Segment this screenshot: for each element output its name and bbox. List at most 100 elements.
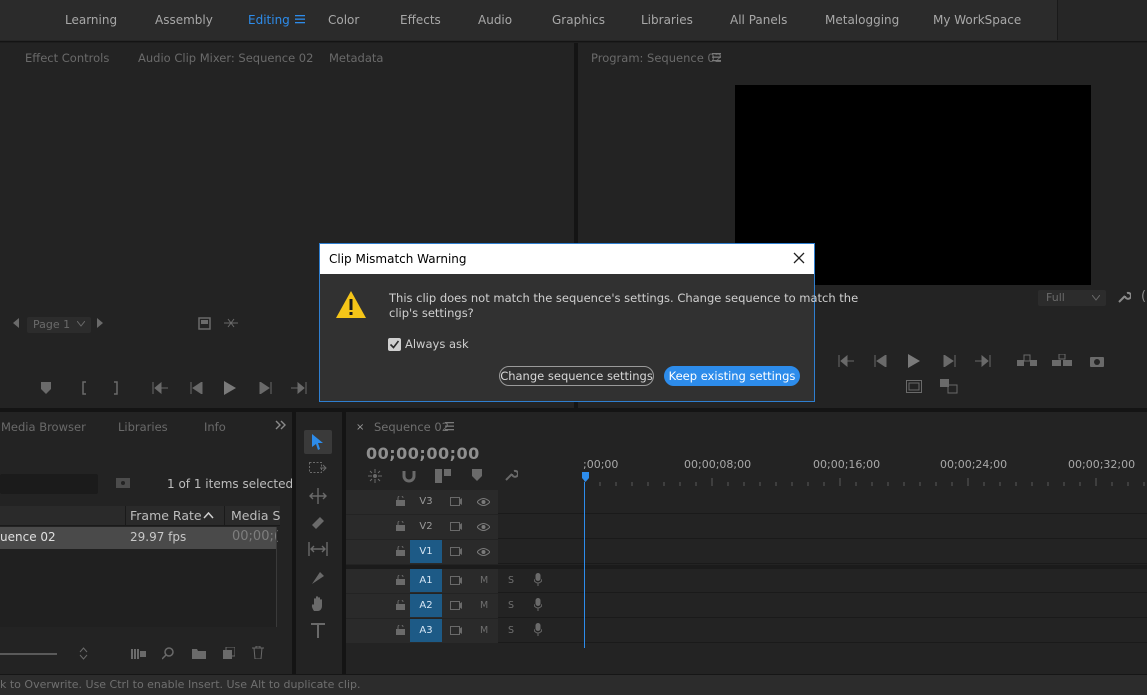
panel-menu-icon[interactable] [712,53,721,62]
sort-ascending-icon[interactable] [203,512,214,519]
step-forward-icon[interactable] [943,355,956,367]
workspace-tab-color[interactable]: Color [328,13,359,27]
workspace-tab-libraries[interactable]: Libraries [641,13,693,27]
lift-icon[interactable] [1017,354,1037,368]
always-ask-checkbox[interactable] [388,338,401,351]
sync-lock-icon[interactable] [450,626,462,635]
play-icon[interactable] [224,381,236,395]
page-prev-icon[interactable] [12,318,20,328]
wrench-icon[interactable] [504,468,518,482]
panel-menu-icon[interactable] [445,422,454,431]
column-divider[interactable] [224,506,225,526]
export-frame-icon[interactable] [198,317,211,330]
workspace-tab-learning[interactable]: Learning [65,13,117,27]
sync-lock-icon[interactable] [450,522,462,531]
lock-icon[interactable] [396,625,405,635]
project-search-input[interactable] [0,474,98,494]
workspace-tab-effects[interactable]: Effects [400,13,441,27]
program-monitor-title[interactable]: Program: Sequence 02 [591,51,722,65]
solo-button-a3[interactable]: S [508,625,514,636]
wrench-icon[interactable] [1117,290,1131,304]
snap-magnet-icon[interactable] [402,469,416,483]
tab-info[interactable]: Info [204,420,226,434]
zoom-select[interactable]: Full [1038,290,1106,306]
timeline-timecode[interactable]: 00;00;00;00 [366,444,480,463]
mute-button-a2[interactable]: M [480,600,488,611]
zoom-slider[interactable] [0,653,57,655]
pen-tool-icon[interactable] [310,570,326,586]
playhead-line[interactable] [584,482,585,648]
go-to-in-icon[interactable] [152,382,168,394]
workspace-tab-metalogging[interactable]: Metalogging [825,13,899,27]
tab-media-browser[interactable]: Media Browser [1,420,86,434]
dialog-title-bar[interactable]: Clip Mismatch Warning [320,244,814,274]
compare-icon[interactable] [940,379,958,394]
track-label-a3[interactable]: A3 [410,619,442,642]
play-icon[interactable] [908,354,920,368]
sync-lock-icon[interactable] [450,497,462,506]
lock-icon[interactable] [396,496,405,506]
column-frame-rate[interactable]: Frame Rate [130,508,202,523]
close-icon[interactable]: × [356,422,364,433]
hamburger-icon[interactable] [295,14,305,24]
lock-icon[interactable] [396,600,405,610]
new-search-bin-icon[interactable] [116,477,130,488]
mute-button-a1[interactable]: M [480,575,488,586]
change-sequence-settings-button[interactable]: Change sequence settings [499,366,654,386]
panel-overflow-icon[interactable] [275,420,286,430]
mark-in-icon[interactable] [80,381,88,395]
workspace-tab-editing[interactable]: Editing [248,13,290,27]
razor-tool-icon[interactable] [310,515,326,531]
page-next-icon[interactable] [96,318,104,328]
track-label-a2[interactable]: A2 [410,594,442,617]
always-ask-label[interactable]: Always ask [405,337,469,351]
microphone-icon[interactable] [534,573,542,586]
tab-metadata[interactable]: Metadata [329,51,383,65]
track-label-v1[interactable]: V1 [410,540,442,563]
workspace-tab-my-workspace[interactable]: My WorkSpace [933,13,1021,27]
scrollbar[interactable] [276,527,277,627]
trash-icon[interactable] [252,646,264,659]
track-label-a1[interactable]: A1 [410,569,442,592]
solo-button-a2[interactable]: S [508,600,514,611]
lock-icon[interactable] [396,575,405,585]
add-marker-icon[interactable] [41,382,51,394]
automate-to-sequence-icon[interactable] [131,649,146,659]
workspace-tab-all-panels[interactable]: All Panels [730,13,787,27]
go-to-in-icon[interactable] [838,355,854,367]
track-label-v2[interactable]: V2 [410,515,442,538]
page-select[interactable]: Page 1 [27,317,91,333]
new-bin-icon[interactable] [192,648,206,659]
lock-icon[interactable] [396,521,405,531]
camera-icon[interactable] [1090,355,1104,367]
safe-margins-icon[interactable] [906,380,922,393]
hand-tool-icon[interactable] [310,596,326,612]
ripple-edit-tool-icon[interactable] [309,488,327,504]
eye-icon[interactable] [477,498,490,506]
extract-icon[interactable] [1052,354,1072,368]
track-label-v3[interactable]: V3 [410,490,442,513]
linked-selection-icon[interactable] [435,469,451,483]
sync-lock-icon[interactable] [450,601,462,610]
new-item-icon[interactable] [223,647,235,659]
keep-existing-settings-button[interactable]: Keep existing settings [664,366,800,386]
eye-icon[interactable] [477,523,490,531]
tab-libraries[interactable]: Libraries [118,420,168,434]
microphone-icon[interactable] [534,598,542,611]
workspace-tab-assembly[interactable]: Assembly [155,13,213,27]
go-to-out-icon[interactable] [291,382,307,394]
settings-more-icon[interactable] [224,318,238,328]
solo-button-a1[interactable]: S [508,575,514,586]
close-icon[interactable] [791,250,807,266]
sort-icon[interactable] [79,647,88,660]
column-media-start[interactable]: Media S [231,508,280,523]
mark-out-icon[interactable] [112,381,120,395]
sync-lock-icon[interactable] [450,547,462,556]
sync-lock-icon[interactable] [450,576,462,585]
workspace-tab-audio[interactable]: Audio [478,13,512,27]
add-marker-icon[interactable] [472,469,482,481]
step-forward-icon[interactable] [259,382,272,394]
column-divider[interactable] [125,506,126,526]
timeline-ruler[interactable] [584,474,1147,486]
selection-tool[interactable] [304,430,332,454]
